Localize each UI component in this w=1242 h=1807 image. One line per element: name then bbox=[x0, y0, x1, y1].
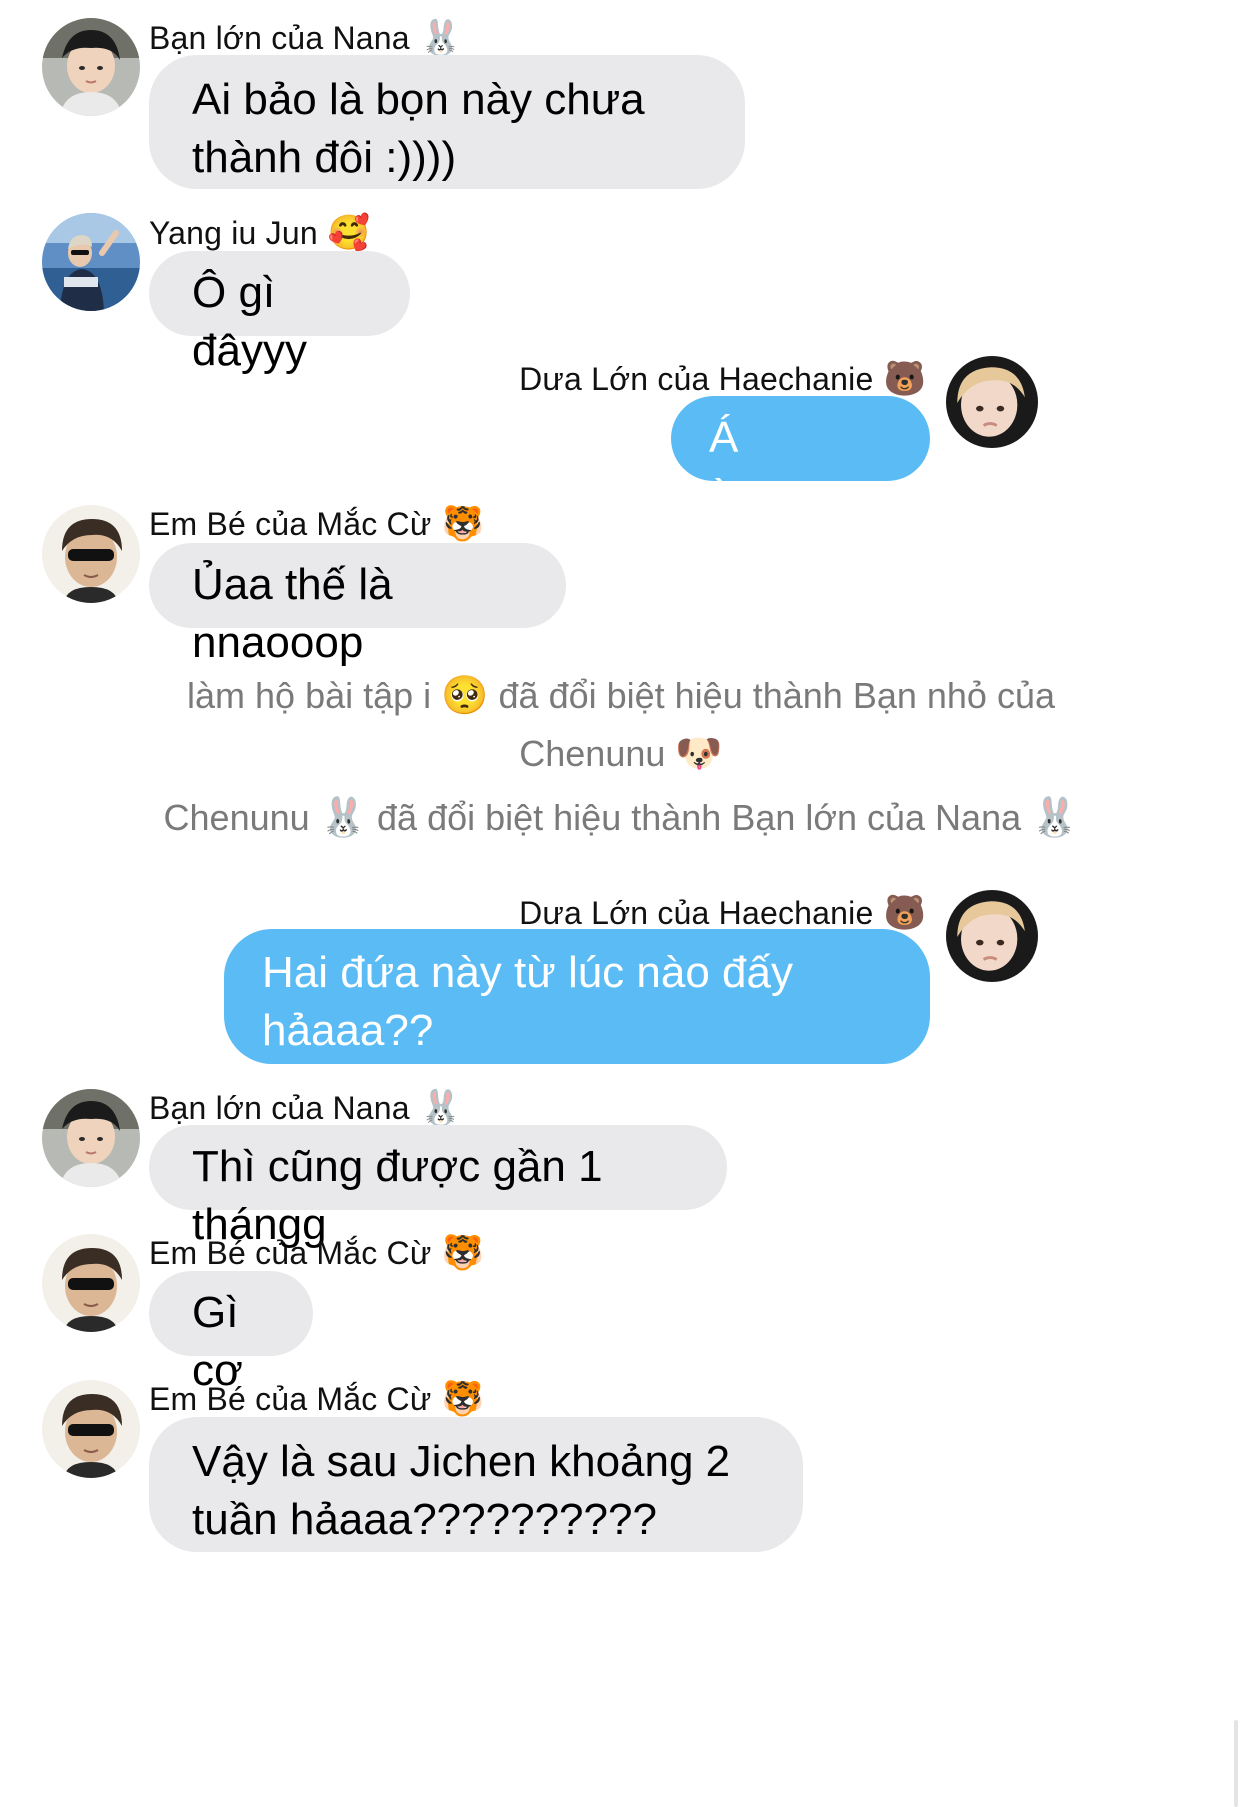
message-bubble[interactable]: Thì cũng được gần 1 thángg bbox=[149, 1125, 727, 1249]
message-text: Á àaaaaap bbox=[709, 413, 881, 520]
tiger-icon: 🐯 bbox=[441, 505, 485, 543]
message-bubble[interactable]: Vậy là sau Jichen khoảng 2 tuần hảaaa???… bbox=[149, 1417, 803, 1552]
avatar[interactable] bbox=[946, 890, 1038, 982]
sender-label: Bạn lớn của Nana bbox=[149, 1090, 410, 1126]
rabbit-icon: 🐰 bbox=[1031, 797, 1079, 839]
message-text: Ai bảo là bọn này chưa thành đôi :)))) bbox=[192, 75, 645, 182]
avatar[interactable] bbox=[42, 1234, 140, 1332]
sender-name: Dưa Lớn của Haechanie 🐻 bbox=[519, 359, 926, 399]
scrollbar[interactable] bbox=[1234, 1720, 1238, 1807]
rabbit-icon: 🐰 bbox=[419, 19, 463, 57]
message-text: Vậy là sau Jichen khoảng 2 tuần hảaaa???… bbox=[192, 1437, 731, 1544]
tiger-icon: 🐯 bbox=[441, 1234, 485, 1272]
message-bubble[interactable]: Gì cơ bbox=[149, 1271, 313, 1395]
rabbit-icon: 🐰 bbox=[419, 1089, 463, 1127]
notice-text: đã đổi biệt hiệu thành Bạn lớn của Nana bbox=[377, 797, 1022, 838]
tiger-icon: 🐯 bbox=[441, 1380, 485, 1418]
avatar[interactable] bbox=[42, 213, 140, 311]
message-bubble[interactable]: Á àaaaaap bbox=[671, 396, 930, 520]
avatar[interactable] bbox=[42, 505, 140, 603]
sender-label: Em Bé của Mắc Cừ bbox=[149, 1235, 432, 1271]
sender-name: Yang iu Jun 🥰 bbox=[149, 213, 370, 253]
avatar[interactable] bbox=[42, 18, 140, 116]
bear-icon: 🐻 bbox=[883, 360, 926, 398]
avatar[interactable] bbox=[42, 1089, 140, 1187]
message-bubble[interactable]: Hai đứa này từ lúc nào đấy hảaaa?? 😳😳 bbox=[224, 929, 930, 1113]
system-notice: Chenunu 🐰 đã đổi biệt hiệu thành Bạn lớn… bbox=[60, 789, 1182, 847]
sender-label: Em Bé của Mắc Cừ bbox=[149, 1381, 432, 1417]
sender-name: Dưa Lớn của Haechanie 🐻 bbox=[519, 893, 926, 933]
dog-face-icon: 🐶 bbox=[675, 733, 723, 775]
notice-text: Chenunu bbox=[163, 797, 310, 838]
message-text: Ủaa thế là nnaooop bbox=[192, 560, 393, 667]
sender-name: Bạn lớn của Nana 🐰 bbox=[149, 18, 462, 58]
rabbit-icon: 🐰 bbox=[319, 797, 368, 839]
avatar[interactable] bbox=[946, 356, 1038, 448]
notice-text: làm hộ bài tập i bbox=[187, 675, 432, 716]
sender-label: Dưa Lớn của Haechanie bbox=[519, 895, 874, 931]
sender-name: Em Bé của Mắc Cừ 🐯 bbox=[149, 504, 484, 544]
message-bubble[interactable]: Ai bảo là bọn này chưa thành đôi :)))) bbox=[149, 55, 745, 189]
message-text: Ô gì đâyyy bbox=[192, 268, 307, 375]
sender-label: Em Bé của Mắc Cừ bbox=[149, 506, 432, 542]
sender-label: Dưa Lớn của Haechanie bbox=[519, 361, 874, 397]
bear-icon: 🐻 bbox=[883, 894, 926, 932]
pleading-face-icon: 🥺 bbox=[441, 675, 489, 717]
sender-label: Yang iu Jun bbox=[149, 215, 318, 251]
sender-name: Em Bé của Mắc Cừ 🐯 bbox=[149, 1379, 484, 1419]
message-bubble[interactable]: Ủaa thế là nnaooop bbox=[149, 543, 566, 667]
avatar[interactable] bbox=[42, 1380, 140, 1478]
message-bubble[interactable]: Ô gì đâyyy bbox=[149, 251, 410, 375]
sender-label: Bạn lớn của Nana bbox=[149, 20, 410, 56]
smiling-face-hearts-icon: 🥰 bbox=[327, 214, 371, 252]
sender-name: Bạn lớn của Nana 🐰 bbox=[149, 1088, 462, 1128]
sender-name: Em Bé của Mắc Cừ 🐯 bbox=[149, 1233, 484, 1273]
notice-text: Chenunu bbox=[519, 733, 666, 774]
system-notice: làm hộ bài tập i 🥺 đã đổi biệt hiệu thàn… bbox=[60, 667, 1182, 783]
notice-text: đã đổi biệt hiệu thành Bạn nhỏ của bbox=[498, 675, 1055, 716]
message-text: Hai đứa này từ lúc nào đấy hảaaa?? bbox=[262, 948, 793, 1055]
